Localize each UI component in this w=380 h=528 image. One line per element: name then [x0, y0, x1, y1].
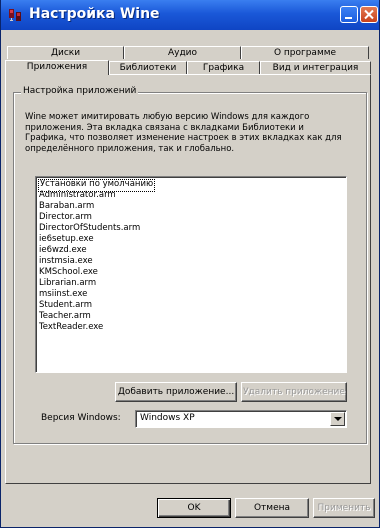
- tab-label: Графика: [202, 63, 245, 73]
- minimize-button[interactable]: [340, 6, 358, 23]
- list-item[interactable]: Baraban.arm: [39, 201, 94, 212]
- ok-button[interactable]: OK: [157, 498, 231, 518]
- close-button[interactable]: [360, 6, 378, 23]
- group-description: Wine может имитировать любую версию Wind…: [25, 112, 342, 154]
- tab-audio[interactable]: Аудио: [124, 46, 241, 59]
- list-item[interactable]: Administrator.arm: [39, 190, 116, 201]
- tab-graphics[interactable]: Графика: [187, 61, 260, 74]
- remove-app-label: Удалить приложение: [243, 387, 345, 397]
- windows-version-value: Windows XP: [140, 413, 195, 423]
- cancel-label: Отмена: [253, 503, 291, 513]
- remove-app-button[interactable]: Удалить приложение: [241, 382, 347, 402]
- window-title: Настройка Wine: [29, 6, 160, 22]
- cancel-button[interactable]: Отмена: [235, 498, 309, 518]
- tab-disks[interactable]: Диски: [7, 46, 124, 59]
- list-item[interactable]: TextReader.exe: [39, 322, 103, 333]
- list-item[interactable]: instmsia.exe: [39, 256, 93, 267]
- wine-config-window: Настройка Wine Диски Аудио О программе П…: [0, 0, 380, 528]
- tab-label: Аудио: [167, 48, 198, 58]
- applications-list[interactable]: Установки по умолчанию Administrator.arm…: [35, 176, 347, 373]
- tab-label: Диски: [50, 48, 81, 58]
- add-app-label: Добавить приложение...: [117, 387, 235, 397]
- tab-label: Библиотеки: [119, 63, 177, 73]
- title-bar[interactable]: Настройка Wine: [1, 0, 379, 30]
- tab-label: Приложения: [26, 62, 88, 72]
- list-item[interactable]: Student.arm: [39, 300, 92, 311]
- wine-glass-icon: [8, 8, 22, 22]
- add-app-button[interactable]: Добавить приложение...: [115, 382, 237, 402]
- close-icon: [364, 9, 374, 20]
- tab-libraries[interactable]: Библиотеки: [109, 61, 187, 74]
- tab-integration[interactable]: Вид и интеграция: [260, 61, 371, 74]
- apply-button[interactable]: Применить: [313, 498, 375, 518]
- list-item[interactable]: Teacher.arm: [39, 311, 91, 322]
- chevron-down-icon: [334, 417, 342, 421]
- list-item[interactable]: ie6setup.exe: [39, 234, 94, 245]
- group-title: Настройка приложений: [21, 86, 139, 96]
- dropdown-button[interactable]: [330, 412, 345, 426]
- ok-label: OK: [187, 503, 201, 513]
- tab-about[interactable]: О программе: [241, 46, 369, 59]
- list-item[interactable]: msiinst.exe: [39, 289, 87, 300]
- apply-label: Применить: [317, 503, 371, 513]
- list-item[interactable]: Director.arm: [39, 212, 92, 223]
- windows-version-label: Версия Windows:: [41, 413, 121, 423]
- tab-label: Вид и интеграция: [272, 63, 359, 73]
- list-item[interactable]: Librarian.arm: [39, 278, 96, 289]
- list-item[interactable]: ie6wzd.exe: [39, 245, 87, 256]
- tab-label: О программе: [273, 48, 337, 58]
- list-item[interactable]: DirectorOfStudents.arm: [39, 223, 140, 234]
- minimize-icon: [345, 17, 352, 19]
- list-item[interactable]: KMSchool.exe: [39, 267, 98, 278]
- tab-applications[interactable]: Приложения: [5, 60, 109, 75]
- windows-version-select[interactable]: Windows XP: [135, 410, 347, 428]
